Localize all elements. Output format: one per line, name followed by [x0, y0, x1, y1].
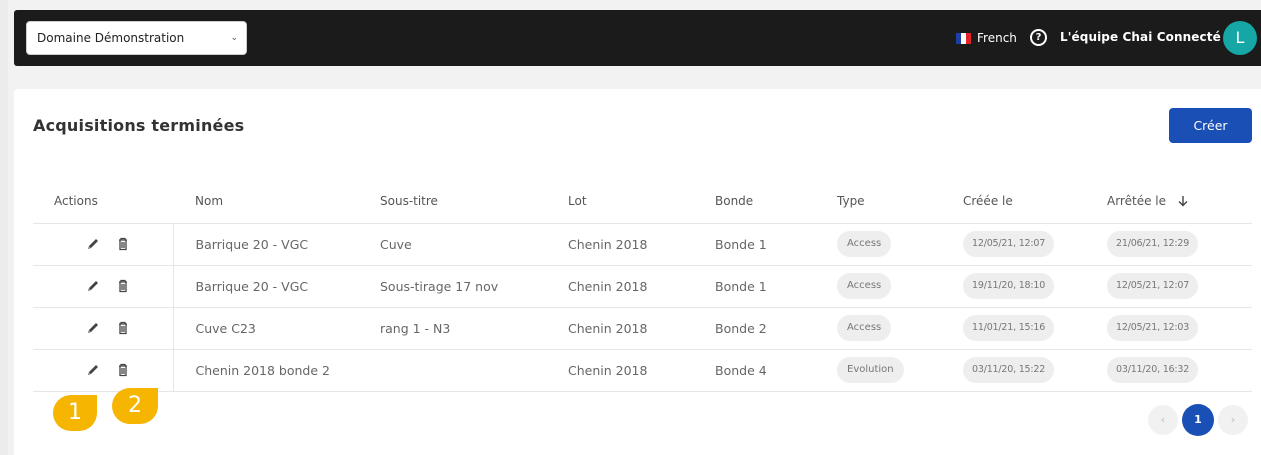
edit-pencil-icon[interactable] — [85, 236, 101, 252]
pagination-prev-button[interactable]: ‹ — [1148, 405, 1178, 435]
page-left-edge — [0, 0, 8, 455]
cell-type: Evolution — [837, 349, 963, 392]
table-row: Barrique 20 - VGC Sous-tirage 17 nov Che… — [33, 265, 1252, 308]
cell-nom: Chenin 2018 bonde 2 — [173, 349, 380, 392]
cell-nom: Barrique 20 - VGC — [173, 223, 380, 266]
cell-nom: Cuve C23 — [173, 307, 380, 350]
language-label: French — [977, 31, 1017, 45]
cell-lot: Chenin 2018 — [568, 223, 715, 266]
domain-select-value: Domaine Démonstration — [37, 31, 185, 45]
created-date-badge: 03/11/20, 15:22 — [963, 357, 1055, 383]
edit-pencil-icon[interactable] — [85, 320, 101, 336]
acquisitions-card: Acquisitions terminées Créer Actions Nom… — [14, 89, 1261, 455]
row-actions — [33, 307, 174, 350]
cell-arretee: 12/05/21, 12:07 — [1107, 265, 1252, 308]
column-header-nom[interactable]: Nom — [173, 179, 380, 224]
cell-sous-titre: Sous-tirage 17 nov — [380, 265, 568, 308]
column-header-creee[interactable]: Créée le — [963, 179, 1107, 224]
cell-type: Access — [837, 223, 963, 266]
stopped-date-badge: 21/06/21, 12:29 — [1107, 231, 1199, 257]
edit-pencil-icon[interactable] — [85, 362, 101, 378]
created-date-badge: 11/01/21, 15:16 — [963, 315, 1055, 341]
created-date-badge: 12/05/21, 12:07 — [963, 231, 1055, 257]
pagination-page-1[interactable]: 1 — [1182, 404, 1214, 436]
table-header-row: Actions Nom Sous-titre Lot Bonde Type Cr… — [33, 179, 1252, 224]
team-name: L'équipe Chai Connecté — [1060, 30, 1221, 44]
cell-bonde: Bonde 1 — [715, 223, 837, 266]
delete-trash-icon[interactable] — [115, 320, 131, 336]
cell-arretee: 03/11/20, 16:32 — [1107, 349, 1252, 392]
type-badge: Access — [837, 273, 892, 299]
type-badge: Access — [837, 231, 892, 257]
row-actions — [33, 265, 174, 308]
delete-trash-icon[interactable] — [115, 278, 131, 294]
domain-select[interactable]: Domaine Démonstration ⌄ — [26, 21, 247, 55]
column-header-type[interactable]: Type — [837, 179, 963, 224]
cell-sous-titre — [380, 349, 568, 392]
language-selector[interactable]: French — [956, 29, 1017, 47]
table-row: Barrique 20 - VGC Cuve Chenin 2018 Bonde… — [33, 223, 1252, 266]
delete-trash-icon[interactable] — [115, 362, 131, 378]
pagination: ‹ 1 › — [1148, 404, 1248, 436]
cell-sous-titre: rang 1 - N3 — [380, 307, 568, 350]
cell-type: Access — [837, 265, 963, 308]
create-button[interactable]: Créer — [1169, 108, 1252, 143]
avatar[interactable]: L — [1223, 21, 1257, 55]
chevron-down-icon: ⌄ — [230, 33, 238, 43]
annotation-badge-1: 1 — [53, 395, 97, 431]
cell-arretee: 12/05/21, 12:03 — [1107, 307, 1252, 350]
french-flag-icon — [956, 32, 971, 44]
row-actions — [33, 349, 174, 392]
cell-nom: Barrique 20 - VGC — [173, 265, 380, 308]
cell-creee: 19/11/20, 18:10 — [963, 265, 1107, 308]
table-row: Chenin 2018 bonde 2 Chenin 2018 Bonde 4 … — [33, 349, 1252, 392]
cell-lot: Chenin 2018 — [568, 265, 715, 308]
column-header-actions: Actions — [33, 179, 173, 224]
page-title: Acquisitions terminées — [33, 116, 245, 135]
cell-lot: Chenin 2018 — [568, 349, 715, 392]
cell-arretee: 21/06/21, 12:29 — [1107, 223, 1252, 266]
table-row: Cuve C23 rang 1 - N3 Chenin 2018 Bonde 2… — [33, 307, 1252, 350]
stopped-date-badge: 12/05/21, 12:07 — [1107, 273, 1199, 299]
cell-creee: 12/05/21, 12:07 — [963, 223, 1107, 266]
help-icon[interactable]: ? — [1030, 29, 1047, 46]
column-header-sous-titre[interactable]: Sous-titre — [380, 179, 568, 224]
column-header-bonde[interactable]: Bonde — [715, 179, 837, 224]
sort-descending-icon — [1178, 196, 1188, 207]
stopped-date-badge: 03/11/20, 16:32 — [1107, 357, 1199, 383]
cell-lot: Chenin 2018 — [568, 307, 715, 350]
type-badge: Evolution — [837, 357, 904, 383]
cell-bonde: Bonde 1 — [715, 265, 837, 308]
edit-pencil-icon[interactable] — [85, 278, 101, 294]
cell-bonde: Bonde 2 — [715, 307, 837, 350]
top-bar: Domaine Démonstration ⌄ French ? L'équip… — [14, 10, 1261, 66]
acquisitions-table: Actions Nom Sous-titre Lot Bonde Type Cr… — [33, 179, 1252, 392]
cell-creee: 03/11/20, 15:22 — [963, 349, 1107, 392]
stopped-date-badge: 12/05/21, 12:03 — [1107, 315, 1199, 341]
type-badge: Access — [837, 315, 892, 341]
column-header-lot[interactable]: Lot — [568, 179, 715, 224]
annotation-badge-2: 2 — [112, 388, 158, 424]
pagination-next-button[interactable]: › — [1218, 405, 1248, 435]
cell-bonde: Bonde 4 — [715, 349, 837, 392]
delete-trash-icon[interactable] — [115, 236, 131, 252]
cell-sous-titre: Cuve — [380, 223, 568, 266]
cell-creee: 11/01/21, 15:16 — [963, 307, 1107, 350]
cell-type: Access — [837, 307, 963, 350]
column-header-arretee[interactable]: Arrêtée le — [1107, 179, 1252, 224]
column-header-arretee-label: Arrêtée le — [1107, 193, 1166, 208]
created-date-badge: 19/11/20, 18:10 — [963, 273, 1055, 299]
row-actions — [33, 223, 174, 266]
